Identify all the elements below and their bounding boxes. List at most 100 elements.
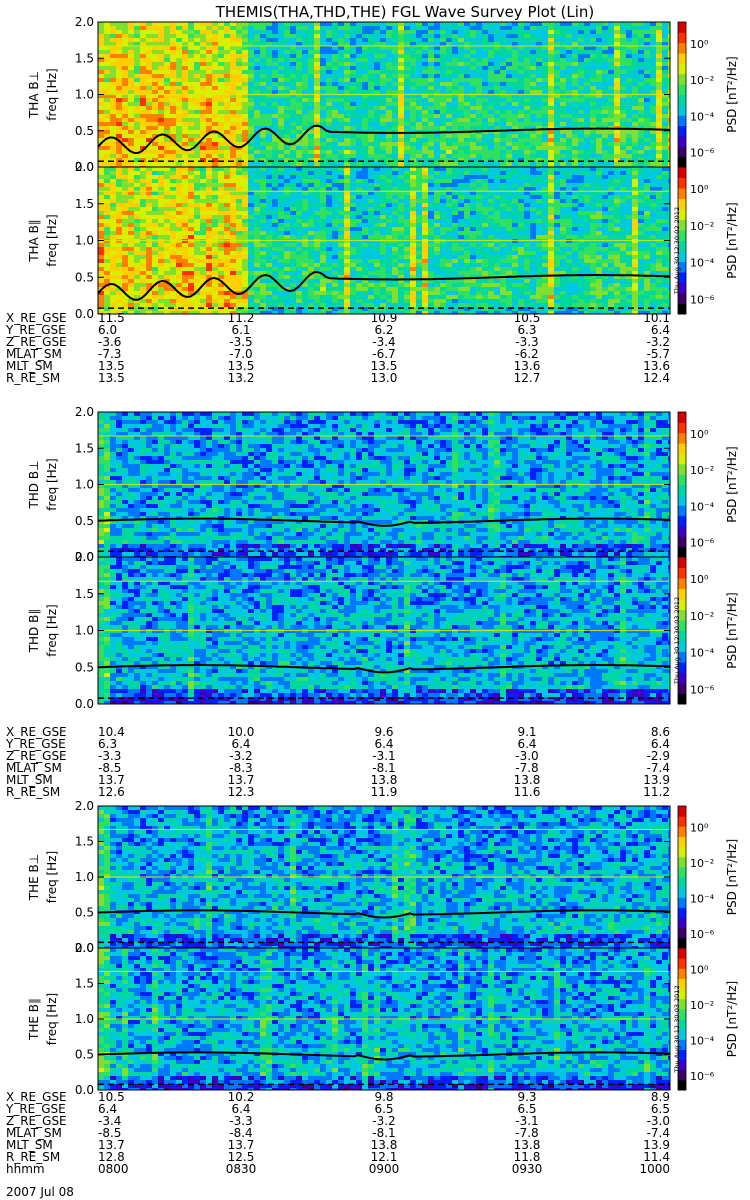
colorbar: 10⁰ 10⁻² 10⁻⁴ 10⁻⁶ PSD [nT²/Hz] Thu Aug 30 12… bbox=[673, 166, 739, 315]
ephemeris-value: 1000 bbox=[639, 1162, 670, 1176]
colorbar-tick-label: 10⁻⁶ bbox=[690, 928, 715, 941]
y-tick-label: 1.0 bbox=[75, 478, 94, 492]
ephemeris-value: 12.7 bbox=[514, 371, 541, 385]
colorbar-tick-label: 10⁰ bbox=[690, 963, 709, 976]
ephemeris-value: 0900 bbox=[369, 1162, 400, 1176]
ephemeris-value: 11.6 bbox=[514, 785, 541, 799]
colorbar-tick-label: 10⁰ bbox=[690, 38, 709, 51]
y-tick-label: 0.5 bbox=[75, 660, 94, 674]
spectrogram-panel-0: 0.00.51.01.52.0THA B⊥ freq [Hz]10⁰10⁻²10⁻… bbox=[27, 15, 739, 174]
y-tick-label: 2.0 bbox=[75, 405, 94, 419]
spectrogram-panel-4: 0.00.51.01.52.0THE B⊥ freq [Hz]10⁰10⁻²10⁻… bbox=[27, 799, 739, 955]
panel-yunit: freq [Hz] bbox=[45, 458, 59, 510]
y-tick-label: 2.0 bbox=[75, 550, 94, 564]
timestamp-stamp: Thu Aug 30 12:30:03 2012 bbox=[673, 597, 681, 685]
spectrogram-cells bbox=[98, 167, 670, 314]
panel-ylabel: THA B∥ bbox=[27, 219, 41, 263]
colorbar-label: PSD [nT²/Hz] bbox=[725, 839, 739, 915]
figure-title: THEMIS(THA,THD,THE) FGL Wave Survey Plot… bbox=[215, 3, 594, 21]
colorbar-tick-label: 10⁻² bbox=[690, 999, 714, 1012]
spectrogram-cells bbox=[98, 412, 670, 557]
y-tick-label: 1.0 bbox=[75, 870, 94, 884]
colorbar: 10⁰ 10⁻² 10⁻⁴ 10⁻⁶ PSD [nT²/Hz] Thu Aug 30 12… bbox=[673, 947, 739, 1091]
colorbar-tick-label: 10⁻² bbox=[690, 464, 714, 477]
colorbar-tick-label: 10⁻² bbox=[690, 74, 714, 87]
ephemeris-value: 0930 bbox=[512, 1162, 543, 1176]
colorbar: 10⁰ 10⁻² 10⁻⁴ 10⁻⁶ PSD [nT²/Hz] bbox=[677, 805, 739, 949]
spectrogram-cells bbox=[98, 948, 670, 1090]
ephemeris-value: 12.6 bbox=[98, 785, 125, 799]
colorbar-tick-label: 10⁰ bbox=[690, 428, 709, 441]
colorbar-tick-label: 10⁻⁴ bbox=[690, 647, 715, 660]
ephemeris-row-label: R_RE_SM bbox=[6, 371, 60, 385]
colorbar-tick-label: 10⁻⁶ bbox=[690, 147, 715, 160]
ephemeris-table-thd: X_RE_GSE 10.4 10.0 9.6 9.1 8.6Y_RE_GSE 6.3 6.4 6… bbox=[5, 725, 670, 799]
panel-yunit: freq [Hz] bbox=[45, 604, 59, 656]
colorbar-tick-label: 10⁻⁶ bbox=[690, 683, 715, 696]
colorbar-label: PSD [nT²/Hz] bbox=[725, 202, 739, 278]
panel-yunit: freq [Hz] bbox=[45, 851, 59, 903]
y-tick-label: 0.5 bbox=[75, 906, 94, 920]
colorbar-tick-label: 10⁻⁴ bbox=[690, 1034, 715, 1047]
spectrogram-cells bbox=[98, 806, 670, 948]
colorbar-label: PSD [nT²/Hz] bbox=[725, 981, 739, 1057]
y-tick-label: 0.5 bbox=[75, 270, 94, 284]
colorbar-tick-label: 10⁻⁴ bbox=[690, 500, 715, 513]
ephemeris-value: 12.3 bbox=[228, 785, 255, 799]
y-tick-label: 2.0 bbox=[75, 941, 94, 955]
y-tick-label: 2.0 bbox=[75, 160, 94, 174]
y-tick-label: 0.0 bbox=[75, 1083, 94, 1097]
date-label: 2007 Jul 08 bbox=[6, 1185, 74, 1199]
y-tick-label: 1.5 bbox=[75, 51, 94, 65]
y-tick-label: 0.5 bbox=[75, 514, 94, 528]
colorbar-tick-label: 10⁰ bbox=[690, 573, 709, 586]
panel-ylabel: THA B⊥ bbox=[27, 71, 41, 119]
colorbar-tick-label: 10⁻⁶ bbox=[690, 1070, 715, 1083]
panel-ylabel: THE B⊥ bbox=[27, 854, 41, 901]
ephemeris-row-label: R_RE_SM bbox=[6, 785, 60, 799]
ephemeris-value: 11.2 bbox=[643, 785, 670, 799]
y-tick-label: 1.0 bbox=[75, 624, 94, 638]
spectrogram-panels: 0.0 0.5 1.0 1.5 2.0 THA B⊥ freq [Hz] 10⁰ 10⁻² 10⁻… bbox=[27, 15, 739, 1097]
colorbar-tick-label: 10⁰ bbox=[690, 183, 709, 196]
y-tick-label: 0.5 bbox=[75, 1048, 94, 1062]
y-tick-label: 0.0 bbox=[75, 307, 94, 321]
colorbar-label: PSD [nT²/Hz] bbox=[725, 592, 739, 668]
colorbar: 10⁰ 10⁻² 10⁻⁴ 10⁻⁶ PSD [nT²/Hz] bbox=[677, 21, 739, 168]
y-tick-label: 2.0 bbox=[75, 15, 94, 29]
y-tick-label: 1.5 bbox=[75, 977, 94, 991]
y-tick-label: 1.0 bbox=[75, 1012, 94, 1026]
ephemeris-value: 13.0 bbox=[371, 371, 398, 385]
ephemeris-value: 0830 bbox=[226, 1162, 257, 1176]
panel-yunit: freq [Hz] bbox=[45, 214, 59, 266]
y-tick-label: 1.0 bbox=[75, 234, 94, 248]
colorbar-tick-label: 10⁻⁶ bbox=[690, 537, 715, 550]
y-tick-label: 1.0 bbox=[75, 88, 94, 102]
panel-ylabel: THE B∥ bbox=[27, 998, 41, 1041]
panel-yunit: freq [Hz] bbox=[45, 993, 59, 1045]
panel-ylabel: THD B∥ bbox=[27, 609, 41, 654]
colorbar-tick-label: 10⁻² bbox=[690, 857, 714, 870]
ephemeris-value: 11.9 bbox=[371, 785, 398, 799]
panel-ylabel: THD B⊥ bbox=[27, 460, 41, 509]
colorbar: 10⁰ 10⁻² 10⁻⁴ 10⁻⁶ PSD [nT²/Hz] Thu Aug 30 12… bbox=[673, 556, 739, 705]
ephemeris-table-tha: X_RE_GSE 11.5 11.2 10.9 10.5 10.1Y_RE_GSE 6.0 6… bbox=[5, 311, 670, 385]
colorbar-label: PSD [nT²/Hz] bbox=[725, 446, 739, 522]
colorbar-tick-label: 10⁰ bbox=[690, 821, 709, 834]
timestamp-stamp: Thu Aug 30 12:30:03 2012 bbox=[673, 985, 681, 1073]
ephemeris-value: 0800 bbox=[98, 1162, 129, 1176]
colorbar-tick-label: 10⁻² bbox=[690, 610, 714, 623]
y-tick-label: 0.5 bbox=[75, 124, 94, 138]
y-tick-label: 2.0 bbox=[75, 799, 94, 813]
y-tick-label: 1.5 bbox=[75, 441, 94, 455]
colorbar-tick-label: 10⁻⁴ bbox=[690, 892, 715, 905]
y-tick-label: 0.0 bbox=[75, 697, 94, 711]
colorbar-tick-label: 10⁻⁶ bbox=[690, 293, 715, 306]
colorbar-tick-label: 10⁻⁴ bbox=[690, 110, 715, 123]
ephemeris-row-label: hhmm bbox=[6, 1162, 45, 1176]
spectrogram-cells bbox=[98, 557, 670, 704]
spectrogram-panel-3: 0.0 0.5 1.0 1.5 2.0 THD B∥ freq [Hz] 10⁰ 10⁻² 10⁻… bbox=[27, 550, 739, 711]
colorbar-tick-label: 10⁻⁴ bbox=[690, 257, 715, 270]
spectrogram-panel-2: 0.00.51.01.52.0THD B⊥ freq [Hz]10⁰10⁻²10⁻… bbox=[27, 405, 739, 564]
y-tick-label: 1.5 bbox=[75, 197, 94, 211]
